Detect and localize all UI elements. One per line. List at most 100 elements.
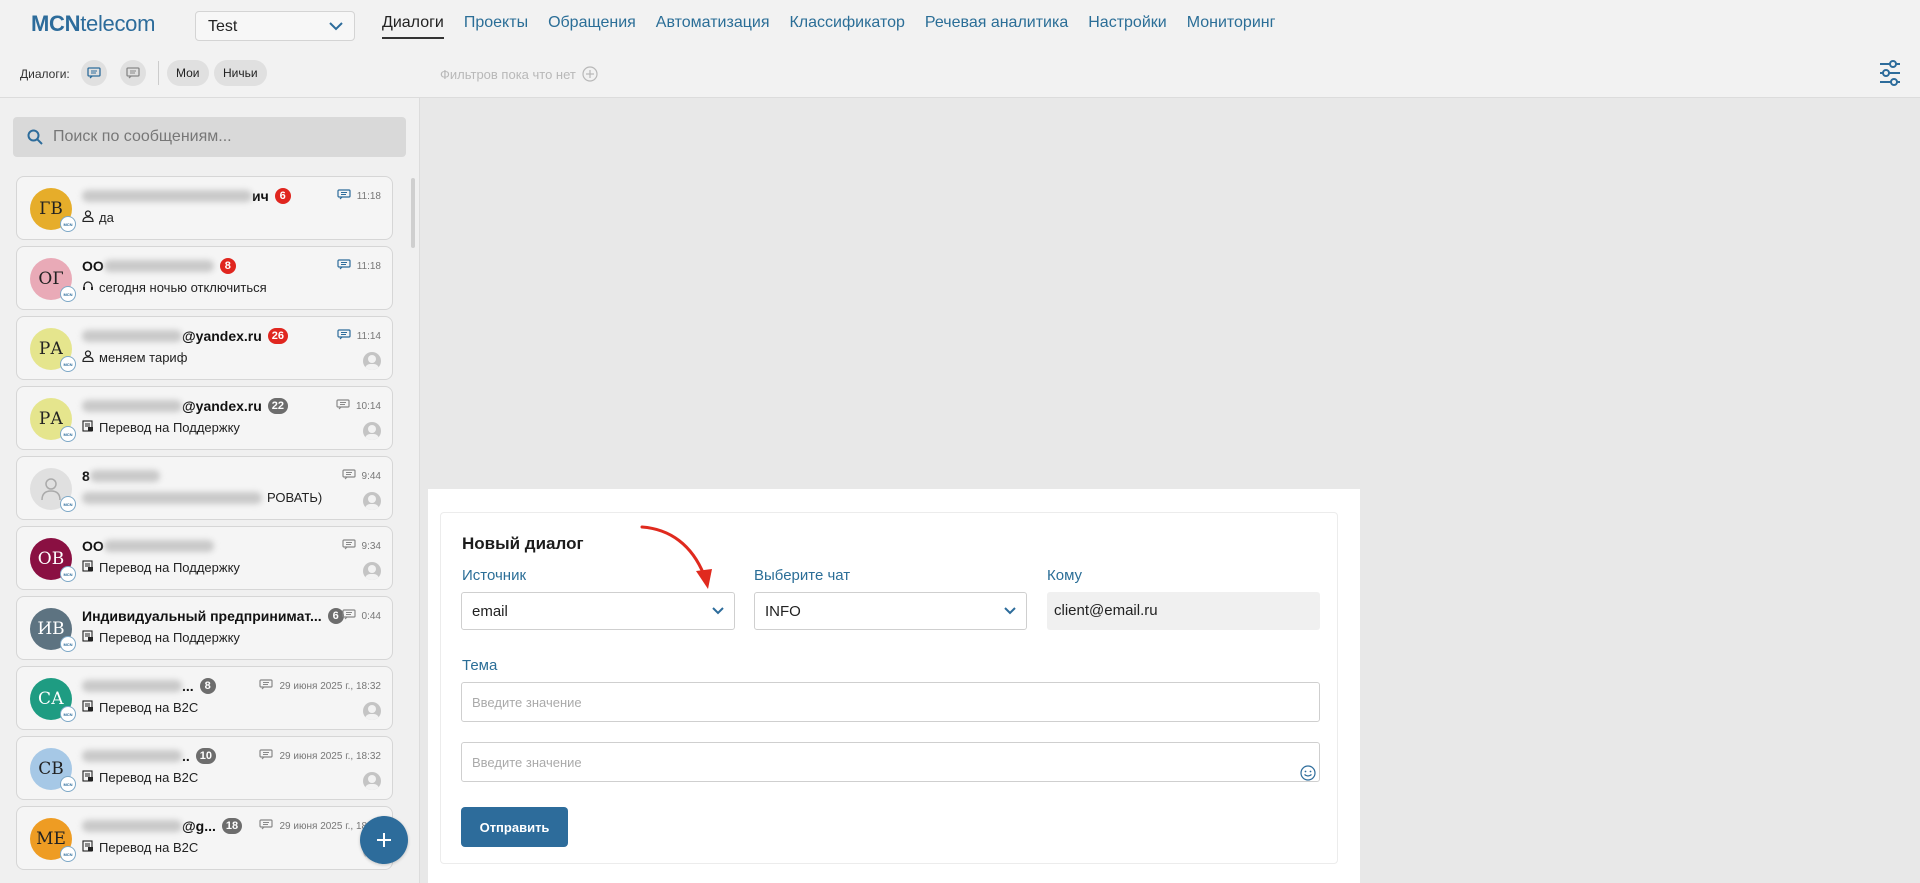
dialog-title: 8 [82, 467, 160, 485]
source-select[interactable]: email [461, 592, 735, 630]
dialog-list-item[interactable]: МЕ MCN @g... 18 29 июня 2025 г., 18:32 Перево… [16, 806, 393, 870]
dialog-meta: 9:34 [341, 539, 381, 553]
mcn-channel-icon: MCN [60, 706, 76, 722]
dialog-preview: Перевод на Поддержку [82, 560, 240, 575]
dialog-list-item[interactable]: СВ MCN.. 10 29 июня 2025 г., 18:32 Перевод н… [16, 736, 393, 800]
scrollbar[interactable] [411, 178, 415, 248]
nav-item-2[interactable]: Обращения [548, 14, 636, 39]
redacted-name [82, 750, 182, 762]
mcn-channel-icon: MCN [60, 776, 76, 792]
nav-item-0[interactable]: Диалоги [382, 14, 444, 39]
dialog-meta: 0:44 [341, 609, 381, 623]
avatar-initials: РА [38, 339, 64, 359]
dialog-list-item[interactable]: РА MCN @yandex.ru 26 11:14 меняем тариф [16, 316, 393, 380]
unread-count-badge: 8 [199, 678, 216, 694]
dialog-time: 29 июня 2025 г., 18:32 [279, 750, 381, 762]
nav-item-6[interactable]: Настройки [1088, 14, 1166, 39]
form-title: Новый диалог [462, 534, 584, 553]
dialog-list-item[interactable]: ОГ MCN ОО 8 11:18 сегодня ночью отключиться [16, 246, 393, 310]
dialog-preview: да [82, 210, 114, 225]
dialog-last-message: Перевод на Поддержку [99, 560, 240, 575]
user-icon [82, 350, 94, 365]
operator-avatar [363, 702, 381, 720]
transfer-icon [82, 560, 94, 575]
dialog-time: 11:18 [356, 260, 381, 272]
filter-read-button[interactable] [120, 60, 146, 86]
nav-item-7[interactable]: Мониторинг [1187, 14, 1276, 39]
dialog-title: @g... 18 [82, 817, 243, 835]
transfer-icon [82, 700, 94, 715]
chat-icon [126, 67, 140, 79]
dialog-time: 11:14 [356, 330, 381, 342]
dialog-title: ... 8 [82, 677, 216, 695]
transfer-icon [82, 840, 94, 855]
dialog-list-item[interactable]: ИВ MCN Индивидуальный предпринимат... 6 0:44… [16, 596, 393, 660]
operator-avatar [363, 352, 381, 370]
dialog-time: 11:18 [356, 190, 381, 202]
dialog-meta: 29 июня 2025 г., 18:32 [259, 749, 381, 763]
send-button[interactable]: Отправить [461, 807, 568, 847]
dialog-list-item[interactable]: ОВ MCN ОО 9:34 Перевод на Поддержку [16, 526, 393, 590]
emoji-icon[interactable] [1300, 765, 1316, 781]
dialog-sidebar: ГВMCNич611:18даОГMCNОО811:18сегодня ночь… [0, 98, 420, 883]
dialog-title: ОО [82, 537, 214, 555]
chat-icon [337, 189, 351, 203]
dialog-time: 9:44 [361, 470, 381, 482]
message-search[interactable] [13, 117, 406, 157]
mcn-channel-icon: MCN [60, 636, 76, 652]
to-label: Кому [1047, 567, 1083, 584]
mcn-channel-icon: MCN [60, 356, 76, 372]
nav-item-1[interactable]: Проекты [464, 14, 528, 39]
chevron-down-icon [329, 22, 343, 31]
dialog-list: ГВ MCN ич 6 11:18 да ОГ MCN ОО 8 11:18 сегодня ночь… [16, 176, 393, 876]
nav-item-5[interactable]: Речевая аналитика [925, 14, 1068, 39]
dialog-preview: РОВАТЬ) [82, 490, 322, 505]
chat-icon [337, 259, 351, 273]
dialog-last-message: Перевод на Поддержку [99, 420, 240, 435]
redacted-name [82, 330, 182, 342]
dialog-name-suffix: ... [182, 678, 194, 694]
dialog-list-item[interactable]: РА MCN @yandex.ru 22 10:14 Перевод на Поддерж… [16, 386, 393, 450]
logo[interactable]: MCNtelecom [31, 11, 155, 37]
unread-count-badge: 6 [274, 188, 291, 204]
search-icon [27, 129, 43, 145]
filters-empty[interactable]: Фильтров пока что нет [440, 66, 598, 82]
subject-input[interactable]: Введите значение [461, 682, 1320, 722]
dialog-time: 9:34 [361, 540, 381, 552]
dialog-list-item[interactable]: ГВ MCN ич 6 11:18 да [16, 176, 393, 240]
chat-icon [259, 749, 274, 763]
dialog-last-message: Перевод на B2C [99, 840, 199, 855]
dialog-last-message: Перевод на Поддержку [99, 630, 240, 645]
filter-nobodys-chip[interactable]: Ничьи [214, 60, 267, 86]
dialog-name: Индивидуальный предпринимат... [82, 608, 322, 624]
mcn-channel-icon: MCN [60, 216, 76, 232]
chat-icon [341, 609, 356, 623]
sliders-icon[interactable] [1876, 56, 1904, 90]
unread-count-badge: 10 [195, 748, 217, 764]
redacted-name [82, 820, 182, 832]
operator-avatar [363, 772, 381, 790]
dialog-meta: 11:18 [337, 259, 381, 273]
filter-unread-button[interactable] [81, 60, 107, 86]
unread-count-badge: 26 [267, 328, 289, 344]
chat-icon [341, 539, 356, 553]
dialog-meta: 11:18 [337, 189, 381, 203]
message-input[interactable]: Введите значение [461, 742, 1320, 782]
dialog-list-item[interactable]: СА MCN... 8 29 июня 2025 г., 18:32 Перевод н… [16, 666, 393, 730]
chat-select[interactable]: INFO [754, 592, 1027, 630]
operator-avatar [363, 422, 381, 440]
new-dialog-button[interactable] [360, 816, 408, 864]
dialog-name-suffix: .. [182, 748, 190, 764]
nav-item-3[interactable]: Автоматизация [656, 14, 770, 39]
project-select[interactable]: Test [195, 11, 355, 41]
dialog-preview: сегодня ночью отключиться [82, 280, 267, 295]
search-input[interactable] [53, 128, 373, 146]
operator-avatar [363, 492, 381, 510]
filter-mine-chip[interactable]: Мои [167, 60, 209, 86]
redacted-message [82, 491, 262, 504]
dialog-list-item[interactable]: MCN 8 9:44 РОВАТЬ) [16, 456, 393, 520]
nav-item-4[interactable]: Классификатор [789, 14, 904, 39]
avatar-initials: РА [38, 409, 64, 429]
dialog-title: ич 6 [82, 187, 291, 205]
avatar-initials: СА [38, 689, 64, 709]
